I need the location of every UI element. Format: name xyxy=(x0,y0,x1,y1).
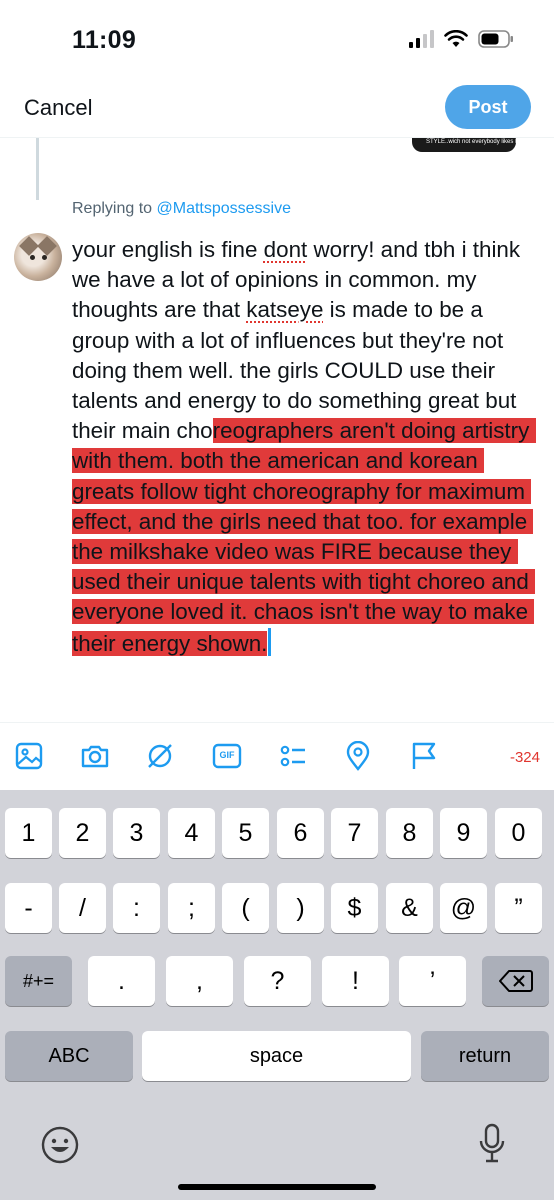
return-key[interactable]: return xyxy=(421,1031,549,1081)
status-bar: 11:09 xyxy=(0,0,554,78)
key-0[interactable]: 0 xyxy=(495,808,542,858)
quoted-tweet-thumbnail: STYLE..wich not everybody likes I get xyxy=(412,138,516,152)
space-key[interactable]: space xyxy=(142,1031,411,1081)
key-dash[interactable]: - xyxy=(5,883,52,933)
key-4[interactable]: 4 xyxy=(168,808,215,858)
key-comma[interactable]: , xyxy=(166,956,233,1006)
wifi-icon xyxy=(444,30,468,47)
emoji-icon[interactable] xyxy=(40,1125,80,1170)
key-period[interactable]: . xyxy=(88,956,155,1006)
microphone-icon[interactable] xyxy=(478,1123,506,1170)
key-8[interactable]: 8 xyxy=(386,808,433,858)
post-button[interactable]: Post xyxy=(445,85,531,129)
compose-textarea[interactable]: your english is fine dont worry! and tbh… xyxy=(72,235,546,659)
key-7[interactable]: 7 xyxy=(331,808,378,858)
status-time: 11:09 xyxy=(72,26,137,54)
key-dollar[interactable]: $ xyxy=(331,883,378,933)
quoted-snippet: STYLE..wich not everybody likes I get xyxy=(426,139,516,145)
key-apostrophe[interactable]: ’ xyxy=(399,956,466,1006)
text-selection[interactable]: reographers aren't doing artistry with t… xyxy=(72,418,536,656)
compose-toolbar: GIF -324 xyxy=(0,722,554,790)
text-cursor xyxy=(268,627,272,656)
backspace-key[interactable] xyxy=(482,956,549,1006)
alt-text-icon[interactable] xyxy=(145,741,175,771)
gif-icon[interactable]: GIF xyxy=(212,741,242,771)
key-6[interactable]: 6 xyxy=(277,808,324,858)
replying-to: Replying to @Mattspossessive xyxy=(72,200,292,217)
abc-key[interactable]: ABC xyxy=(5,1031,133,1081)
image-icon[interactable] xyxy=(14,741,44,771)
home-indicator xyxy=(178,1184,376,1190)
key-2[interactable]: 2 xyxy=(59,808,106,858)
cellular-signal-icon xyxy=(409,30,434,48)
key-9[interactable]: 9 xyxy=(440,808,487,858)
backspace-icon xyxy=(498,970,533,992)
character-count: -324 xyxy=(509,749,540,766)
poll-icon[interactable] xyxy=(278,741,308,771)
key-close-paren[interactable]: ) xyxy=(277,883,324,933)
key-5[interactable]: 5 xyxy=(222,808,269,858)
key-ampersand[interactable]: & xyxy=(386,883,433,933)
misspelled-word: katseye xyxy=(246,297,324,323)
camera-icon[interactable] xyxy=(80,741,110,771)
key-at[interactable]: @ xyxy=(440,883,487,933)
flag-icon[interactable] xyxy=(409,741,439,771)
key-semicolon[interactable]: ; xyxy=(168,883,215,933)
key-slash[interactable]: / xyxy=(59,883,106,933)
location-icon[interactable] xyxy=(343,740,373,771)
key-more-symbols[interactable]: #+= xyxy=(5,956,72,1006)
key-exclamation[interactable]: ! xyxy=(322,956,389,1006)
status-icons xyxy=(409,30,514,48)
misspelled-word: dont xyxy=(263,237,308,262)
cancel-button[interactable]: Cancel xyxy=(24,95,92,121)
key-question[interactable]: ? xyxy=(244,956,311,1006)
keyboard: 1 2 3 4 5 6 7 8 9 0 - / : ; ( ) $ & @ ” … xyxy=(0,790,554,1200)
thread-line xyxy=(36,138,39,200)
key-open-paren[interactable]: ( xyxy=(222,883,269,933)
reply-handle-link[interactable]: @Mattspossessive xyxy=(157,200,292,217)
gif-label: GIF xyxy=(219,750,235,760)
battery-icon xyxy=(478,30,513,48)
key-3[interactable]: 3 xyxy=(113,808,160,858)
compose-header: Cancel Post xyxy=(0,80,554,138)
avatar xyxy=(14,233,62,281)
key-1[interactable]: 1 xyxy=(5,808,52,858)
key-colon[interactable]: : xyxy=(113,883,160,933)
key-quote[interactable]: ” xyxy=(495,883,542,933)
